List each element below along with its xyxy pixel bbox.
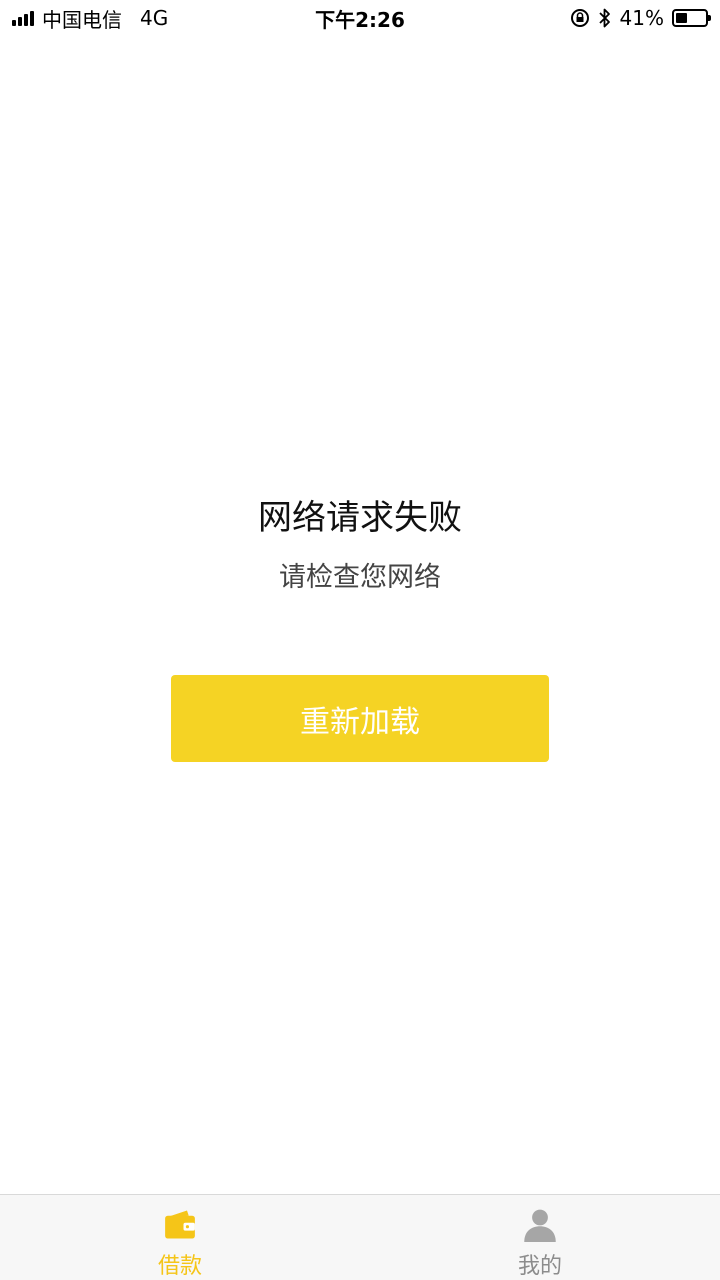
clock: 下午2:26 bbox=[315, 7, 405, 32]
reload-button[interactable]: 重新加载 bbox=[171, 675, 549, 762]
error-subtitle: 请检查您网络 bbox=[279, 562, 441, 593]
battery-percent-label: 41% bbox=[619, 6, 664, 30]
status-bar-right: 41% bbox=[570, 6, 711, 30]
rotation-lock-icon bbox=[570, 9, 589, 27]
carrier-label: 中国电信 bbox=[42, 7, 122, 32]
status-bar-left: 中国电信 4G bbox=[12, 4, 168, 33]
wallet-icon bbox=[165, 1210, 195, 1239]
battery-fill bbox=[676, 13, 688, 23]
tab-loan[interactable]: 借款 bbox=[0, 1195, 360, 1280]
error-title: 网络请求失败 bbox=[258, 498, 462, 538]
reload-button-label: 重新加载 bbox=[300, 704, 420, 740]
tab-mine-label: 我的 bbox=[517, 1254, 562, 1279]
status-bar: 中国电信 4G 下午2:26 41% bbox=[0, 0, 720, 36]
signal-icon bbox=[12, 10, 34, 26]
tab-loan-label: 借款 bbox=[157, 1254, 202, 1279]
battery-icon bbox=[672, 9, 711, 27]
bluetooth-icon bbox=[598, 8, 610, 28]
network-type-label: 4G bbox=[140, 6, 169, 30]
person-icon bbox=[524, 1209, 556, 1242]
bottom-tab-bar: 借款 我的 bbox=[0, 1194, 720, 1280]
app-screen: 中国电信 4G 下午2:26 41% 网络请求失败 请检查您网络 重新加载 借款… bbox=[0, 0, 720, 1280]
tab-mine[interactable]: 我的 bbox=[360, 1195, 720, 1280]
